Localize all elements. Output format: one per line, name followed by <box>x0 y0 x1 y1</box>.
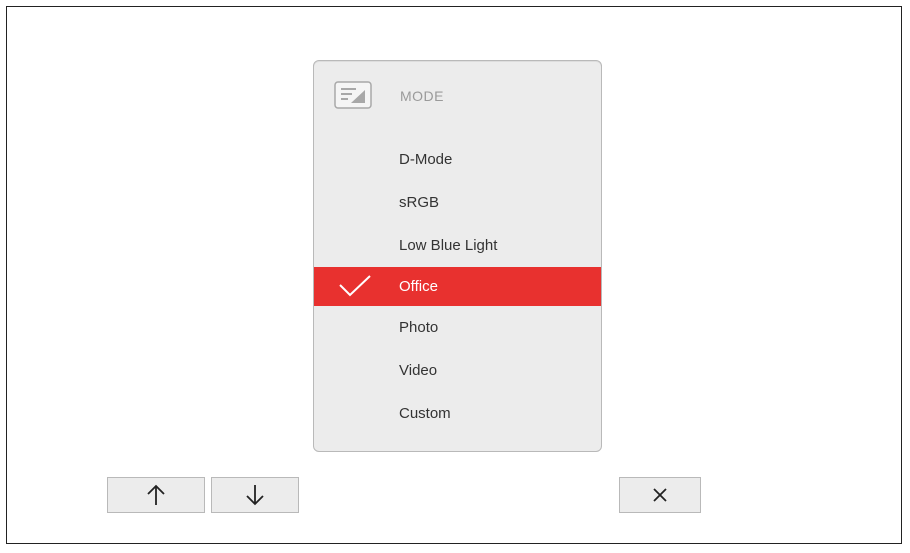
osd-mode-menu: MODE D-Mode sRGB Low Blue Light Office P… <box>313 60 602 452</box>
osd-header: MODE <box>314 61 601 135</box>
mode-item-label: Video <box>399 362 438 379</box>
close-button[interactable] <box>619 477 701 513</box>
mode-item-label: Low Blue Light <box>399 237 498 254</box>
mode-list: D-Mode sRGB Low Blue Light Office Photo … <box>314 138 601 435</box>
arrow-up-icon <box>147 484 165 505</box>
mode-item-label: Custom <box>399 405 451 422</box>
mode-item-photo[interactable]: Photo <box>314 306 601 349</box>
mode-item-d-mode[interactable]: D-Mode <box>314 138 601 181</box>
mode-item-srgb[interactable]: sRGB <box>314 181 601 224</box>
checkmark-icon <box>339 275 371 297</box>
mode-item-label: sRGB <box>399 194 440 211</box>
mode-item-custom[interactable]: Custom <box>314 392 601 435</box>
display-mode-icon <box>334 81 372 109</box>
mode-item-label: Office <box>399 278 438 295</box>
mode-item-label: D-Mode <box>399 151 453 168</box>
mode-item-label: Photo <box>399 319 439 336</box>
mode-item-video[interactable]: Video <box>314 349 601 392</box>
arrow-down-icon <box>246 485 264 506</box>
mode-item-low-blue-light[interactable]: Low Blue Light <box>314 224 601 267</box>
up-button[interactable] <box>107 477 205 513</box>
close-icon <box>653 488 667 502</box>
mode-item-office[interactable]: Office <box>314 267 601 306</box>
down-button[interactable] <box>211 477 299 513</box>
osd-title: MODE <box>400 88 444 104</box>
